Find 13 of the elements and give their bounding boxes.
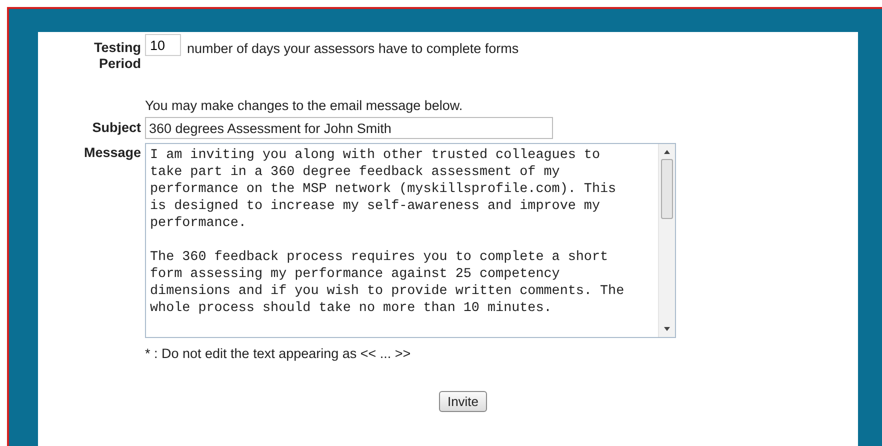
field-label: Testing Period bbox=[93, 40, 141, 72]
field-label: Message bbox=[82, 145, 141, 161]
field-label: Subject bbox=[91, 120, 141, 136]
message-field[interactable] bbox=[145, 143, 676, 338]
invite-button[interactable]: Invite bbox=[439, 391, 487, 412]
hint-text: number of days your assessors have to complete forms bbox=[187, 40, 519, 56]
input-field[interactable]: 10 bbox=[145, 34, 181, 56]
note-text: * : Do not edit the text appearing as << ... >> bbox=[145, 346, 412, 361]
scrollbar[interactable] bbox=[658, 144, 675, 337]
input-field[interactable]: 360 degrees Assessment for John Smith bbox=[145, 117, 553, 139]
message-text: I am inviting you along with other trusted colleagues to take part in a 360 degree feedback assessment of my performance on the MSP network (myskillsprofile.com). This is designed to increase my self-awareness and improve my performance. The 360 feedback process requires you to complete a short form assessing my performance against 25 competency dimensions and if you wish to provide written comments. The whole process should take no more than 10 minutes. bbox=[149, 147, 626, 318]
scroll-thumb[interactable] bbox=[661, 159, 673, 219]
instruction-text: You may make changes to the email message below. bbox=[145, 98, 464, 113]
